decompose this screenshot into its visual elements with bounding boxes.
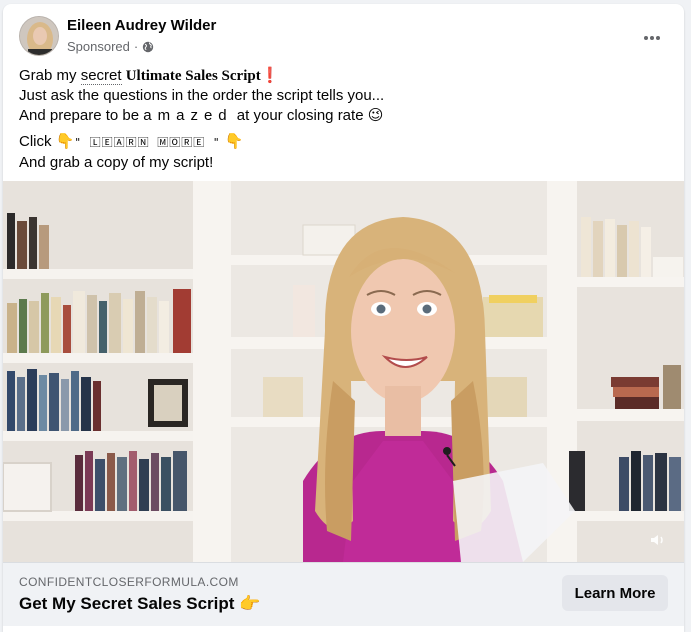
sponsored-post-card: Eileen Audrey Wilder Sponsored · Grab my… xyxy=(3,4,684,632)
text-line-5: And grab a copy of my script! xyxy=(19,154,214,171)
avatar[interactable] xyxy=(19,16,59,56)
video-player[interactable] xyxy=(3,181,684,562)
call-to-action-bar[interactable]: CONFIDENTCLOSERFORMULA.COM Get My Secret… xyxy=(3,562,684,626)
volume-icon[interactable] xyxy=(648,530,668,550)
text-line-1: Grab my secret Ultimate Sales Script❗ xyxy=(19,67,280,85)
meta-separator: · xyxy=(133,39,139,54)
link-domain[interactable]: CONFIDENTCLOSERFORMULA.COM xyxy=(19,575,239,589)
globe-icon[interactable] xyxy=(142,41,154,53)
link-headline[interactable]: Get My Secret Sales Script 👉 xyxy=(19,594,260,614)
text-line-2: Just ask the questions in the order the … xyxy=(19,87,385,104)
pointing-down-emoji: 👇 xyxy=(55,133,75,150)
secret-word: secret xyxy=(80,67,122,85)
wink-emoji: 😉 xyxy=(367,107,384,124)
learn-more-button[interactable]: Learn More xyxy=(562,575,668,611)
pointing-down-emoji-2: 👇 xyxy=(224,133,244,150)
author-name[interactable]: Eileen Audrey Wilder xyxy=(67,17,216,34)
exclamation-emoji: ❗ xyxy=(260,67,280,84)
sponsored-label[interactable]: Sponsored xyxy=(67,39,130,54)
video-frame xyxy=(3,181,684,562)
text-line-3: And prepare to be amazed at your closing… xyxy=(19,107,384,124)
more-options-button[interactable] xyxy=(634,20,670,56)
post-text: Grab my secret Ultimate Sales Script❗ Ju… xyxy=(19,66,669,173)
post-meta: Sponsored · xyxy=(67,39,154,54)
amazed-word: amazed xyxy=(143,107,233,124)
text-line-4: Click 👇" 🄻🄴🄰🅁🄽 🄼🄾🅁🄴 " 👇 xyxy=(19,133,244,150)
bold-script-title: Ultimate Sales Script xyxy=(125,68,261,84)
post-header: Eileen Audrey Wilder Sponsored · xyxy=(3,4,684,64)
more-options-icon xyxy=(644,36,660,40)
learn-more-styled-text: " 🄻🄴🄰🅁🄽 🄼🄾🅁🄴 " xyxy=(74,136,221,149)
pointing-right-emoji: 👉 xyxy=(239,594,261,613)
